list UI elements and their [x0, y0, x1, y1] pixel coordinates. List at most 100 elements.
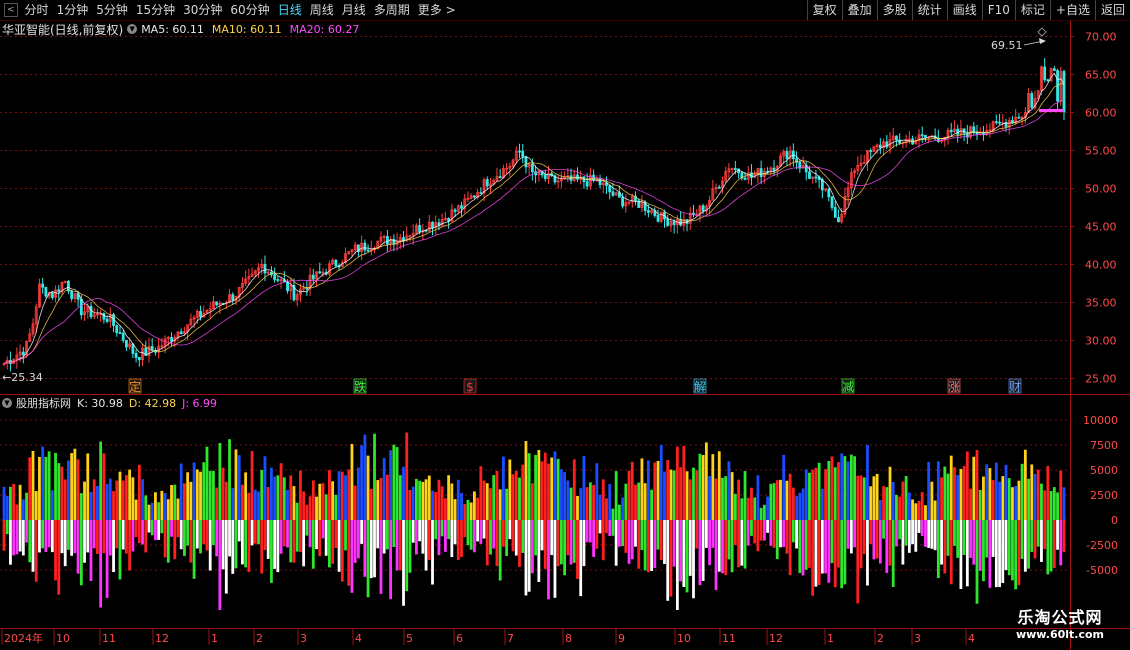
- indicator-bar-negative: [166, 520, 170, 563]
- indicator-bar-positive: [743, 471, 747, 520]
- indicator-bar-negative: [469, 520, 473, 550]
- candle-body: [585, 181, 589, 187]
- indicator-bar-negative: [640, 520, 644, 551]
- indicator-bar-positive: [559, 469, 563, 520]
- candle-body: [837, 216, 840, 223]
- indicator-bar-negative: [692, 520, 695, 599]
- indicator-bar-negative: [582, 520, 586, 567]
- candle-body: [785, 151, 789, 159]
- indicator-bar-negative: [779, 520, 782, 548]
- indicator-bar-positive: [128, 469, 132, 520]
- date-axis-label: 8: [565, 632, 572, 645]
- indicator-bar-negative: [247, 520, 251, 572]
- indicator-bar-positive: [827, 460, 831, 520]
- candle-body: [759, 168, 763, 178]
- indicator-bar-negative: [447, 520, 451, 540]
- indicator-bar-positive: [775, 480, 779, 520]
- indicator-bar-negative: [5, 520, 9, 535]
- indicator-bar-negative: [163, 520, 167, 558]
- indicator-bar-positive: [994, 462, 998, 520]
- indicator-bar-positive: [553, 451, 557, 520]
- indicator-bar-negative: [495, 520, 499, 567]
- indicator-bar-positive: [79, 493, 83, 520]
- indicator-bar-positive: [57, 463, 61, 520]
- indicator-bar-positive: [67, 460, 70, 520]
- indicator-bar-negative: [872, 520, 876, 560]
- candle-body: [57, 289, 61, 293]
- indicator-bar-positive: [443, 498, 447, 520]
- indicator-bar-positive: [808, 472, 811, 520]
- indicator-bar-negative: [485, 520, 489, 566]
- candle-body: [1011, 120, 1014, 124]
- indicator-bar-negative: [820, 520, 824, 574]
- indicator-bar-positive: [273, 476, 277, 520]
- indicator-bar-positive: [257, 491, 260, 520]
- indicator-bar-positive: [853, 456, 856, 520]
- indicator-bar-negative: [849, 520, 853, 554]
- indicator-bar-negative: [882, 520, 885, 539]
- indicator-bar-positive: [524, 441, 528, 520]
- indicator-bar-positive: [147, 504, 151, 520]
- indicator-bar-positive: [202, 462, 206, 520]
- indicator-bar-positive: [334, 494, 338, 520]
- indicator-bar-positive: [637, 482, 641, 520]
- indicator-bar-positive: [872, 476, 876, 520]
- indicator-bar-positive: [688, 479, 692, 520]
- candle-body: [608, 185, 612, 193]
- indicator-bar-negative: [994, 520, 998, 588]
- indicator-bar-negative: [730, 520, 734, 573]
- indicator-bar-negative: [282, 520, 286, 547]
- indicator-bar-positive: [940, 477, 943, 520]
- indicator-bar-negative: [92, 520, 96, 549]
- indicator-bar-positive: [601, 479, 605, 520]
- indicator-bar-negative: [363, 520, 367, 577]
- indicator-bar-positive: [498, 489, 502, 520]
- indicator-bar-negative: [99, 520, 103, 608]
- date-axis-label: 4: [355, 632, 362, 645]
- indicator-bar-positive: [31, 451, 35, 520]
- indicator-bar-negative: [988, 520, 992, 588]
- indicator-bar-positive: [904, 476, 908, 520]
- indicator-bar-negative: [605, 520, 608, 534]
- indicator-bar-positive: [102, 453, 106, 520]
- indicator-bar-positive: [501, 456, 505, 520]
- indicator-bar-negative: [63, 520, 67, 567]
- indicator-bar-positive: [924, 505, 927, 520]
- indicator-bar-positive: [1040, 483, 1043, 520]
- kline-chart[interactable]: 70.00 65.00 60.00 55.00 50.00 45.00 40.00 35.00…: [0, 0, 1130, 650]
- indicator-bar-negative: [875, 520, 879, 559]
- indicator-bar-negative: [1007, 520, 1011, 576]
- indicator-bar-negative: [543, 520, 547, 569]
- indicator-bar-positive: [321, 483, 325, 520]
- candle-body: [1046, 79, 1050, 82]
- indicator-bar-positive: [543, 452, 547, 520]
- indicator-bar-negative: [772, 520, 776, 548]
- indicator-bar-negative: [830, 520, 834, 564]
- indicator-bar-positive: [795, 496, 798, 520]
- indicator-bar-negative: [534, 520, 538, 556]
- price-axis-label: 55.00: [1085, 145, 1117, 158]
- indicator-bar-negative: [472, 520, 476, 553]
- indicator-bar-positive: [308, 496, 312, 520]
- date-axis-label: 7: [507, 632, 514, 645]
- indicator-bar-positive: [669, 469, 673, 520]
- diamond-marker-icon[interactable]: [1037, 27, 1047, 37]
- indicator-bar-negative: [724, 520, 728, 576]
- indicator-bar-negative: [86, 520, 90, 553]
- indicator-bar-positive: [479, 466, 483, 520]
- indicator-bar-negative: [991, 520, 995, 557]
- indicator-bar-positive: [392, 444, 396, 520]
- indicator-bar-positive: [569, 487, 573, 520]
- candle-body: [1030, 93, 1034, 108]
- indicator-bar-negative: [382, 520, 386, 554]
- candle-body: [656, 215, 660, 222]
- indicator-bar-positive: [975, 449, 979, 520]
- indicator-bar-negative: [969, 520, 972, 558]
- indicator-bar-negative: [617, 520, 621, 547]
- indicator-bar-negative: [9, 520, 12, 565]
- candle-body: [125, 339, 128, 348]
- indicator-bar-negative: [1004, 520, 1008, 571]
- indicator-bar-positive: [634, 484, 637, 520]
- indicator-bar-negative: [241, 520, 244, 565]
- candle-body: [611, 191, 615, 196]
